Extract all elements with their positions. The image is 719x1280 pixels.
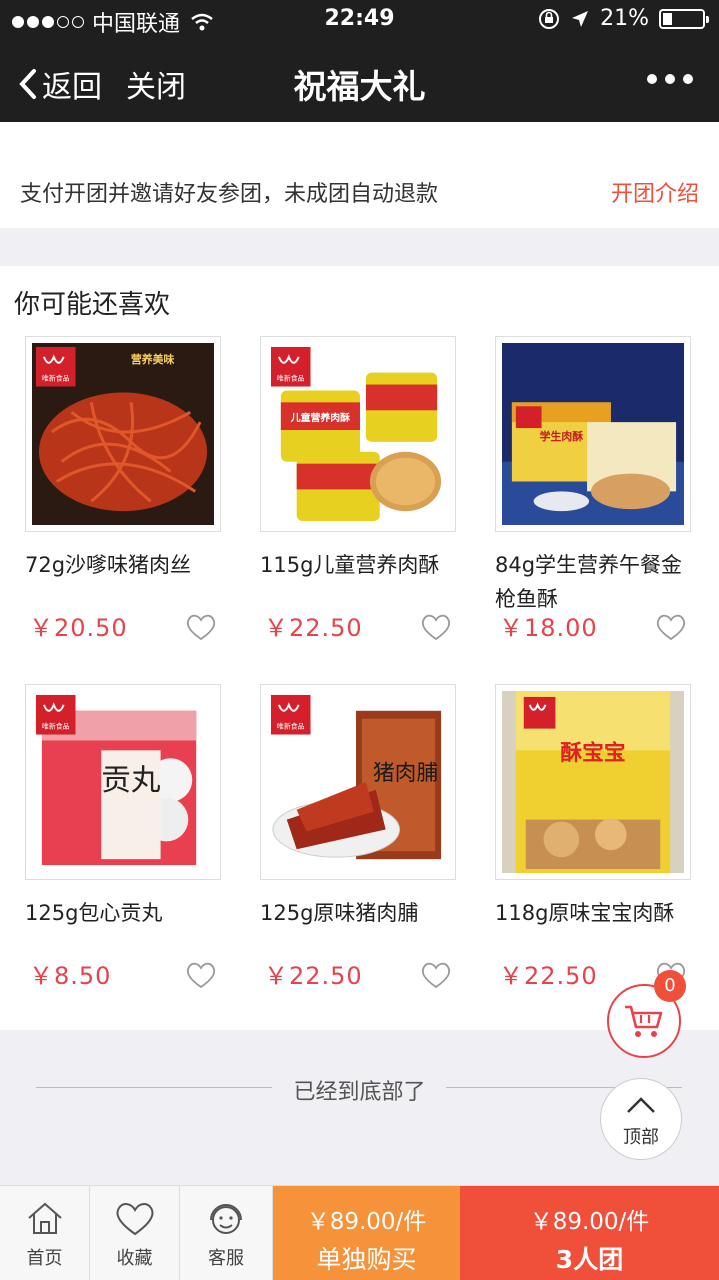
heart-icon[interactable] bbox=[420, 612, 452, 642]
recommend-section: 你可能还喜欢 唯新食品 营养美味 72g沙嗲味猪肉丝 ￥20.50 儿童营养肉酥… bbox=[0, 266, 719, 1030]
product-tag-text: 儿童营养肉酥 bbox=[290, 411, 350, 424]
more-menu-icon[interactable] bbox=[647, 74, 693, 84]
cart-icon bbox=[625, 1005, 663, 1037]
location-icon bbox=[572, 10, 589, 27]
battery-icon bbox=[659, 8, 709, 29]
product-price: ￥22.50 bbox=[499, 962, 598, 990]
group-price: ￥89.00/件 bbox=[529, 1209, 650, 1235]
product-tag-text: 酥宝宝 bbox=[560, 740, 625, 766]
product-price: ￥20.50 bbox=[29, 614, 128, 642]
product-price: ￥22.50 bbox=[264, 614, 363, 642]
product-image[interactable]: 学生肉酥 bbox=[495, 336, 691, 532]
status-bar: 中国联通 22:49 21% bbox=[0, 0, 719, 40]
heart-icon[interactable] bbox=[185, 612, 217, 642]
tab-home[interactable]: 首页 bbox=[0, 1186, 90, 1280]
back-to-top-label: 顶部 bbox=[623, 1127, 659, 1148]
top-bar: 中国联通 22:49 21% 返回 关闭 祝福大礼 bbox=[0, 0, 719, 122]
product-image[interactable]: 猪肉脯 唯新食品 bbox=[260, 684, 456, 880]
heart-icon[interactable] bbox=[420, 960, 452, 990]
bottom-action-bar: 首页 收藏 客服 ￥89.00/件 单独购买 ￥89.00/件 3人团 bbox=[0, 1185, 719, 1280]
product-tag-text: 贡丸 bbox=[101, 762, 161, 797]
buy-group-button[interactable]: ￥89.00/件 3人团 bbox=[460, 1186, 719, 1280]
heart-icon[interactable] bbox=[655, 612, 687, 642]
product-tag-text: 猪肉脯 bbox=[373, 761, 438, 786]
single-price: ￥89.00/件 bbox=[306, 1209, 427, 1235]
product-price: ￥18.00 bbox=[499, 614, 598, 642]
buy-single-button[interactable]: ￥89.00/件 单独购买 bbox=[273, 1186, 460, 1280]
product-price: ￥8.50 bbox=[29, 962, 112, 990]
page-title: 祝福大礼 bbox=[293, 67, 426, 106]
heart-icon[interactable] bbox=[185, 960, 217, 990]
brand-logo-text: 唯新食品 bbox=[277, 374, 305, 383]
product-card[interactable]: 学生肉酥 84g学生营养午餐金枪鱼酥 ￥18.00 bbox=[495, 336, 691, 642]
product-price: ￥22.50 bbox=[264, 962, 363, 990]
product-image[interactable]: 唯新食品 营养美味 bbox=[25, 336, 221, 532]
product-card[interactable]: 酥宝宝 118g原味宝宝肉酥 ￥22.50 bbox=[495, 684, 691, 990]
cart-count-badge: 0 bbox=[654, 970, 686, 1002]
product-card[interactable]: 猪肉脯 唯新食品 125g原味猪肉脯 ￥22.50 bbox=[260, 684, 456, 990]
notice-text: 支付开团并邀请好友参团，未成团自动退款 bbox=[20, 182, 439, 207]
rotation-lock-icon bbox=[539, 8, 560, 29]
tab-label: 客服 bbox=[208, 1248, 244, 1269]
tab-favorite[interactable]: 收藏 bbox=[90, 1186, 180, 1280]
group-label: 3人团 bbox=[555, 1245, 624, 1274]
product-card[interactable]: 儿童营养肉酥 唯新食品 115g儿童营养肉酥 ￥22.50 bbox=[260, 336, 456, 642]
tab-label: 收藏 bbox=[116, 1248, 153, 1269]
tab-label: 首页 bbox=[26, 1248, 63, 1269]
single-label: 单独购买 bbox=[316, 1245, 417, 1274]
product-tag-text: 营养美味 bbox=[131, 352, 175, 366]
section-title: 你可能还喜欢 bbox=[14, 290, 171, 320]
group-intro-link[interactable]: 开团介绍 bbox=[611, 176, 699, 208]
product-image[interactable]: 儿童营养肉酥 唯新食品 bbox=[260, 336, 456, 532]
brand-logo-text: 唯新食品 bbox=[277, 722, 305, 731]
product-image[interactable]: 贡丸 唯新食品 bbox=[25, 684, 221, 880]
tab-service[interactable]: 客服 bbox=[180, 1186, 273, 1280]
battery-percent: 21% bbox=[600, 6, 649, 31]
nav-bar: 返回 关闭 祝福大礼 bbox=[0, 40, 719, 122]
back-to-top-button[interactable]: 顶部 bbox=[600, 1078, 682, 1160]
product-image[interactable]: 酥宝宝 bbox=[495, 684, 691, 880]
heart-icon bbox=[115, 1203, 154, 1236]
product-card[interactable]: 唯新食品 营养美味 72g沙嗲味猪肉丝 ￥20.50 bbox=[25, 336, 221, 642]
chevron-up-icon bbox=[627, 1097, 655, 1113]
customer-service-icon bbox=[210, 1204, 242, 1234]
brand-logo-text: 唯新食品 bbox=[42, 374, 70, 383]
product-tag-text: 学生肉酥 bbox=[540, 429, 584, 443]
brand-logo-text: 唯新食品 bbox=[42, 722, 70, 731]
group-notice: 支付开团并邀请好友参团，未成团自动退款 开团介绍 bbox=[0, 122, 719, 228]
home-icon bbox=[27, 1202, 62, 1234]
product-card[interactable]: 贡丸 唯新食品 125g包心贡丸 ￥8.50 bbox=[25, 684, 221, 990]
